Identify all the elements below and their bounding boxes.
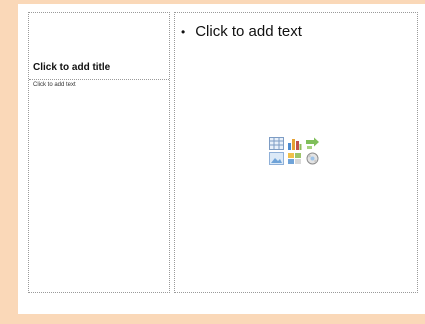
insert-smartart-icon[interactable]: [305, 137, 320, 150]
content-bullet-line: • Click to add text: [181, 23, 302, 40]
content-placeholder-text: Click to add text: [195, 23, 302, 40]
content-placeholder[interactable]: • Click to add text: [174, 12, 418, 293]
left-placeholder-column: Click to add title Click to add text: [28, 12, 170, 293]
insert-picture-icon[interactable]: [269, 152, 284, 165]
insert-table-icon[interactable]: [269, 137, 284, 150]
title-placeholder-text: Click to add title: [33, 62, 111, 73]
left-text-placeholder[interactable]: Click to add text: [33, 82, 76, 88]
title-placeholder[interactable]: Click to add title: [29, 58, 169, 80]
slide-canvas: Click to add title Click to add text • C…: [18, 4, 425, 314]
insert-chart-icon[interactable]: [287, 137, 302, 150]
insert-content-icons: [269, 137, 321, 165]
bullet-glyph: •: [181, 25, 186, 39]
insert-clipart-icon[interactable]: [287, 152, 302, 165]
insert-media-icon[interactable]: [305, 152, 320, 165]
